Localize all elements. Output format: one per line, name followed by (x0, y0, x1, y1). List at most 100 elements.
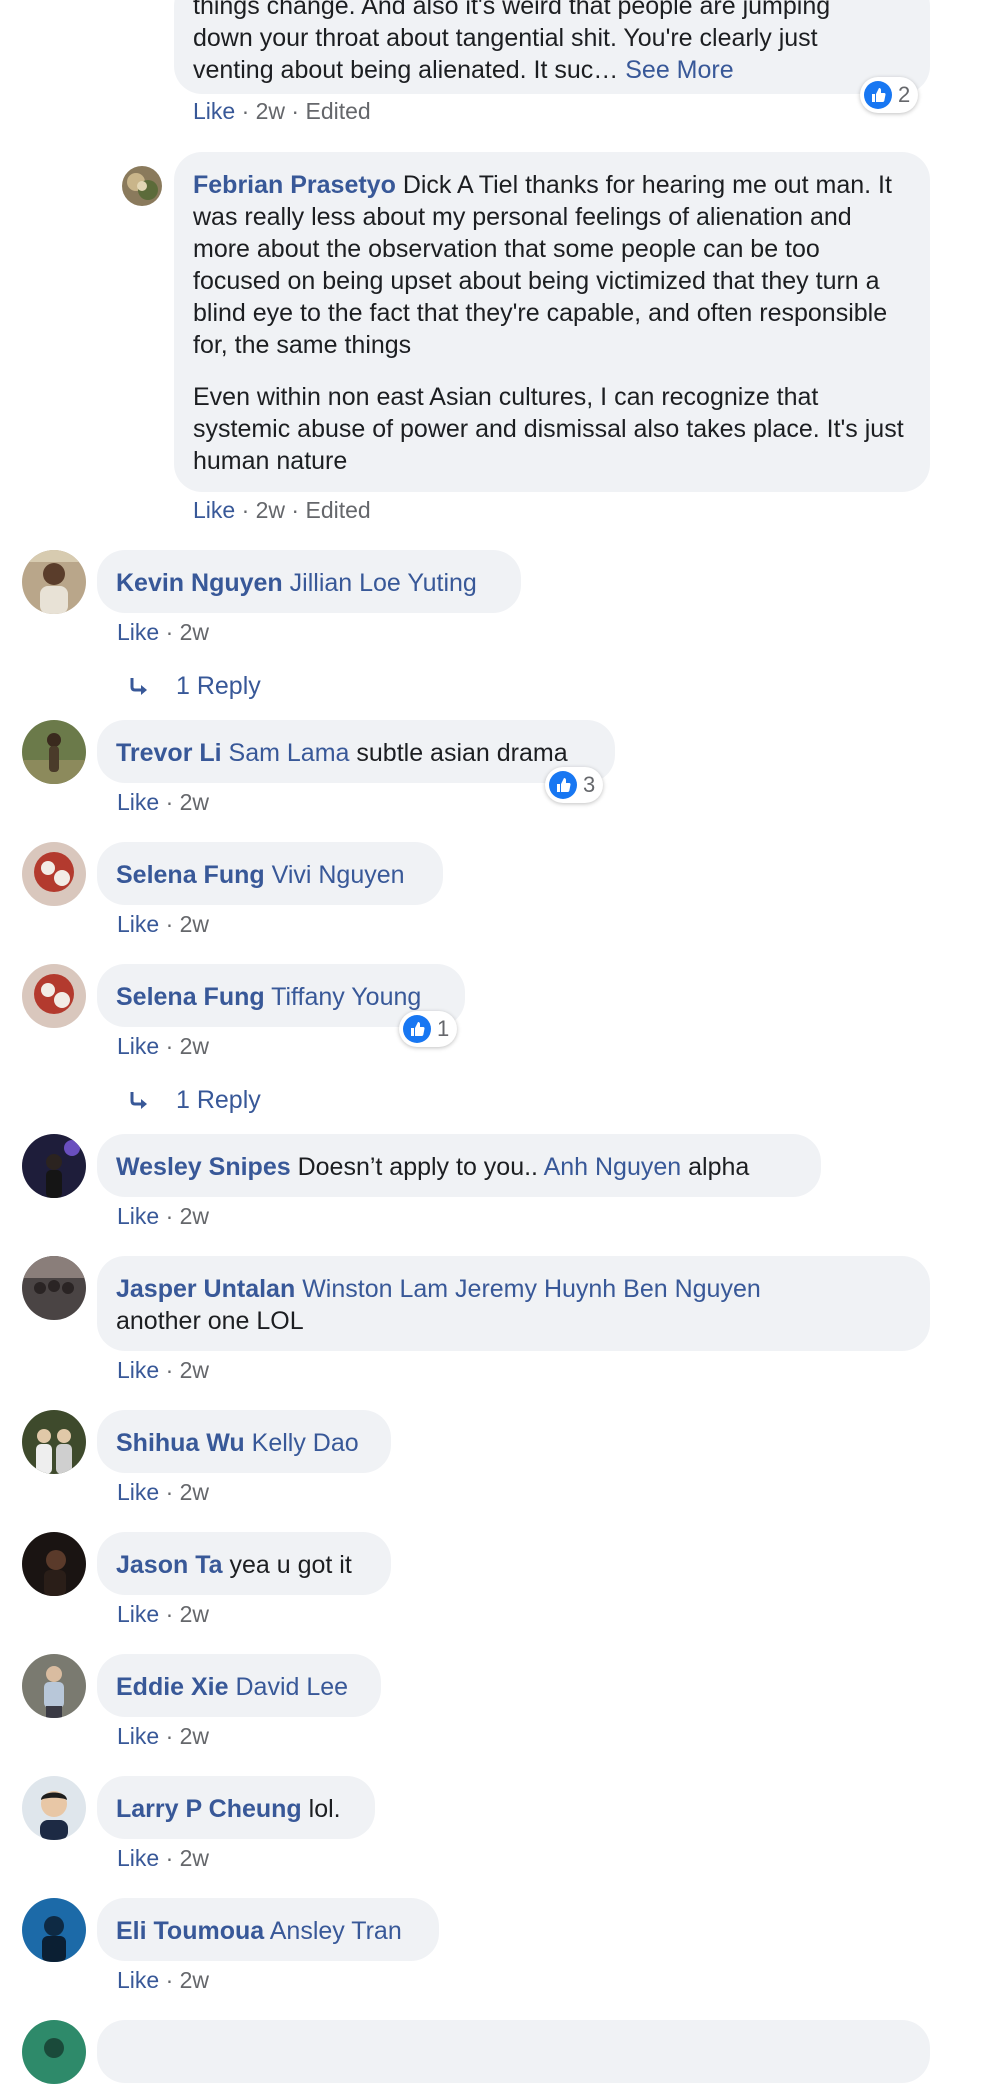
comment-text: subtle asian drama (356, 739, 568, 767)
mention-link[interactable]: Winston Lam Jeremy Huynh Ben Nguyen (302, 1275, 761, 1303)
mention-link[interactable]: Anh Nguyen (544, 1153, 682, 1181)
like-reaction-icon (864, 81, 892, 109)
comment-text-line: venting about being alienated. It suc… (193, 56, 619, 84)
reaction-count[interactable]: 3 (545, 767, 604, 803)
comment-meta: Like · 2w · Edited (193, 97, 371, 125)
reaction-count-value: 2 (898, 82, 911, 107)
comment-meta: Like · 2w (117, 1202, 209, 1230)
comment-author[interactable]: Selena Fung (116, 861, 265, 889)
avatar[interactable] (22, 1256, 86, 1320)
like-reaction-icon (549, 771, 577, 799)
comment-text-line: down your throat about tangential shit. … (193, 24, 818, 52)
comment-meta: Like · 2w (117, 618, 209, 646)
comment-timestamp: · 2w (159, 1357, 210, 1383)
avatar[interactable] (22, 1776, 86, 1840)
like-link[interactable]: Like (193, 497, 235, 523)
comment-author[interactable]: Eddie Xie (116, 1673, 229, 1701)
like-link[interactable]: Like (117, 789, 159, 815)
comment-meta: Like · 2w (117, 1032, 209, 1060)
comment-text: Even within non east Asian cultures, I c… (193, 383, 904, 475)
comment-timestamp: · 2w (159, 1601, 210, 1627)
comment-text: Doesn’t apply to you.. (297, 1153, 538, 1181)
like-link[interactable]: Like (117, 1723, 159, 1749)
comment-meta: Like · 2w (117, 788, 209, 816)
comment-meta: Like · 2w (117, 1600, 209, 1628)
avatar[interactable] (22, 550, 86, 614)
comment-timestamp: · 2w (159, 1479, 210, 1505)
comment-bubble: Wesley Snipes Doesn’t apply to you.. Anh… (97, 1134, 821, 1197)
avatar[interactable] (22, 1532, 86, 1596)
comment-meta: Like · 2w (117, 910, 209, 938)
reply-arrow-icon (130, 1091, 147, 1109)
like-link[interactable]: Like (193, 98, 235, 124)
comment-meta: Like · 2w (117, 1478, 209, 1506)
view-replies-link[interactable]: 1 Reply (128, 672, 261, 701)
like-link[interactable]: Like (117, 619, 159, 645)
comment-timestamp: · 2w (159, 1033, 210, 1059)
comment-meta: Like · 2w (117, 1356, 209, 1384)
avatar[interactable] (22, 1134, 86, 1198)
comment-bubble: Larry P Cheung lol. (97, 1776, 375, 1839)
comment-bubble: Shihua Wu Kelly Dao (97, 1410, 391, 1473)
reaction-count-value: 1 (437, 1016, 450, 1041)
comment-author[interactable]: Kevin Nguyen (116, 569, 283, 597)
comment-author[interactable]: Selena Fung (116, 983, 265, 1011)
see-more-link[interactable]: See More (625, 56, 733, 84)
mention-link[interactable]: Ansley Tran (270, 1917, 402, 1945)
comment-bubble: Eli Toumoua Ansley Tran (97, 1898, 439, 1961)
avatar[interactable] (22, 1654, 86, 1718)
comment-timestamp: · 2w (159, 1723, 210, 1749)
like-link[interactable]: Like (117, 1033, 159, 1059)
like-link[interactable]: Like (117, 911, 159, 937)
reaction-count[interactable]: 2 (860, 77, 919, 113)
comment-bubble: Jason Ta yea u got it (97, 1532, 391, 1595)
view-replies-link[interactable]: 1 Reply (128, 1086, 261, 1115)
mention-link[interactable]: Sam Lama (229, 739, 350, 767)
avatar[interactable] (22, 2020, 86, 2084)
comment-text-line: things change. And also it's weird that … (193, 0, 831, 20)
like-link[interactable]: Like (117, 1601, 159, 1627)
mention-link[interactable]: David Lee (236, 1673, 349, 1701)
like-reaction-icon (403, 1015, 431, 1043)
avatar[interactable] (22, 842, 86, 906)
avatar[interactable] (22, 720, 86, 784)
comment-timestamp: · 2w (159, 1203, 210, 1229)
avatar[interactable] (22, 964, 86, 1028)
like-link[interactable]: Like (117, 1357, 159, 1383)
comment-timestamp: · 2w (159, 789, 210, 815)
mention-link[interactable]: Kelly Dao (252, 1429, 359, 1457)
reaction-count[interactable]: 1 (399, 1011, 458, 1047)
comment-author[interactable]: Wesley Snipes (116, 1153, 291, 1181)
comment-author[interactable]: Jasper Untalan (116, 1275, 295, 1303)
comment-author[interactable]: Larry P Cheung (116, 1795, 302, 1823)
comment-bubble: Febrian Prasetyo Dick A Tiel thanks for … (174, 152, 930, 492)
comment-timestamp: · 2w · Edited (235, 98, 371, 124)
comment-bubble: Selena Fung Vivi Nguyen (97, 842, 443, 905)
comment-text: Dick A Tiel thanks for hearing me out ma… (193, 171, 892, 359)
like-link[interactable]: Like (117, 1845, 159, 1871)
comment-timestamp: · 2w (159, 1845, 210, 1871)
comment-timestamp: · 2w · Edited (235, 497, 371, 523)
comment-text: alpha (688, 1153, 750, 1181)
like-link[interactable]: Like (117, 1203, 159, 1229)
mention-link[interactable]: Jillian Loe Yuting (290, 569, 477, 597)
reaction-count-value: 3 (583, 772, 596, 797)
comment-text: another one LOL (116, 1307, 304, 1335)
comment-author[interactable]: Trevor Li (116, 739, 222, 767)
comment-author[interactable]: Jason Ta (116, 1551, 223, 1579)
comment-text: yea u got it (229, 1551, 352, 1579)
like-link[interactable]: Like (117, 1967, 159, 1993)
comment-author[interactable]: Febrian Prasetyo (193, 171, 396, 199)
reply-count: 1 Reply (176, 1086, 261, 1114)
comment-meta: Like · 2w (117, 1844, 209, 1872)
comment-bubble: Jasper Untalan Winston Lam Jeremy Huynh … (97, 1256, 930, 1351)
mention-link[interactable]: Tiffany Young (271, 983, 421, 1011)
mention-link[interactable]: Vivi Nguyen (272, 861, 405, 889)
avatar[interactable] (22, 1898, 86, 1962)
comment-author[interactable]: Shihua Wu (116, 1429, 245, 1457)
comment-author[interactable]: Eli Toumoua (116, 1917, 264, 1945)
avatar[interactable] (122, 166, 162, 206)
avatar[interactable] (22, 1410, 86, 1474)
like-link[interactable]: Like (117, 1479, 159, 1505)
comment-bubble: Eddie Xie David Lee (97, 1654, 381, 1717)
